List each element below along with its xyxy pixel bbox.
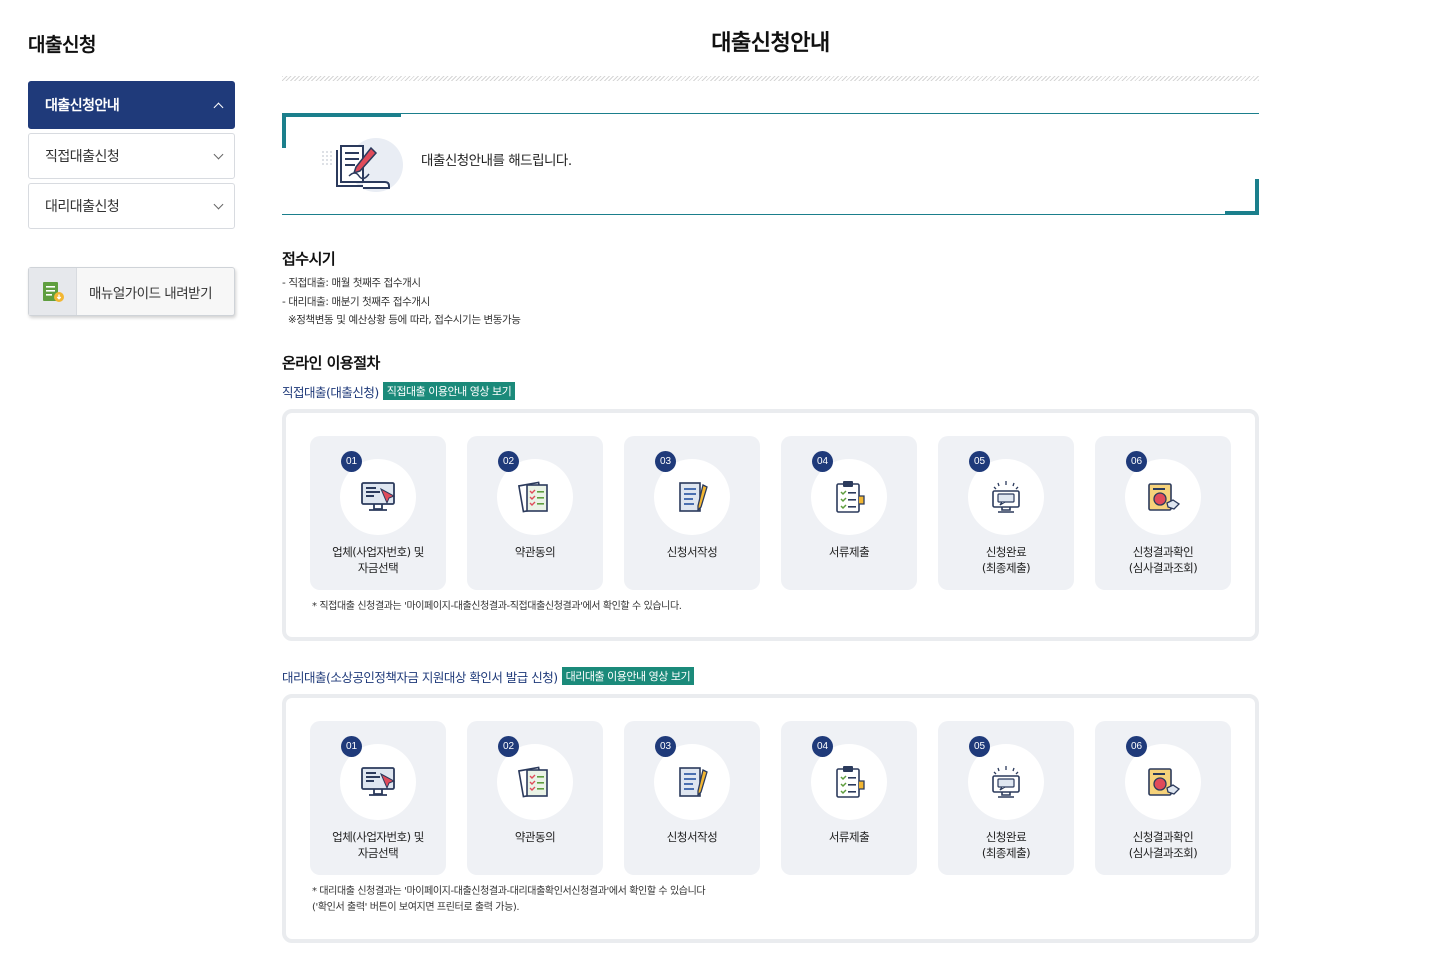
sidebar-item-label: 직접대출신청 xyxy=(45,149,120,165)
process-steps: 01 업체(사업자번호) 및 자금선택 02 약관동의 03 신청서작성 04 서류제출 05 신… xyxy=(310,720,1231,875)
step-label: 신청결과확인 (심사결과조회) xyxy=(1128,544,1198,575)
agency-loan-heading: 대리대출(소상공인정책자금 지원대상 확인서 발급 신청) 대리대출 이용안내 … xyxy=(282,667,1259,686)
chevron-down-icon xyxy=(213,149,224,159)
manual-download-label: 매뉴얼가이드 내려받기 xyxy=(89,285,213,302)
step-number: 03 xyxy=(655,735,676,757)
sidebar-item-label: 대출신청안내 xyxy=(45,98,120,114)
step-number: 01 xyxy=(341,450,362,472)
direct-loan-note: * 직접대출 신청결과는 '마이페이지-대출신청결과-직접대출신청결과'에서 확… xyxy=(312,600,682,612)
step-number: 03 xyxy=(655,450,676,472)
step-label: 약관동의 xyxy=(514,544,556,559)
agency-loan-process-box: 01 업체(사업자번호) 및 자금선택 02 약관동의 03 신청서작성 04 서류제출 05 신… xyxy=(282,693,1259,943)
intro-text: 대출신청안내를 해드립니다. xyxy=(421,153,572,169)
step-number: 04 xyxy=(812,735,833,757)
process-step: 03 신청서작성 xyxy=(624,720,760,875)
step-label: 신청서작성 xyxy=(666,829,718,844)
manual-download-icon xyxy=(29,268,77,315)
step-number: 02 xyxy=(498,735,519,757)
banner-corner-decoration xyxy=(1225,179,1259,215)
main-content: 대출신청안내 대출신청안내를 해드립니다. 접수시기 - 직접대출: 매월 첫째… xyxy=(282,0,1259,943)
sidebar: 대출신청 대출신청안내 직접대출신청 대리대출신청 매뉴얼가이드 내려받기 xyxy=(28,30,235,316)
process-step: 06 신청결과확인 (심사결과조회) xyxy=(1095,435,1231,590)
step-number: 06 xyxy=(1126,450,1147,472)
process-step: 04 서류제출 xyxy=(781,435,917,590)
agency-loan-video-button[interactable]: 대리대출 이용안내 영상 보기 xyxy=(561,667,695,685)
step-number: 04 xyxy=(812,450,833,472)
reception-section: 접수시기 - 직접대출: 매월 첫째주 접수개시 - 대리대출: 매분기 첫째주… xyxy=(282,248,1259,330)
process-step: 05 신청완료 (최종제출) xyxy=(938,435,1074,590)
step-label: 약관동의 xyxy=(514,829,556,844)
sidebar-item-label: 대리대출신청 xyxy=(45,199,120,215)
title-divider xyxy=(282,76,1259,81)
reception-line: - 대리대출: 매분기 첫째주 접수개시 xyxy=(282,295,430,308)
intro-banner: 대출신청안내를 해드립니다. xyxy=(282,113,1259,215)
sidebar-item-direct-loan[interactable]: 직접대출신청 xyxy=(28,133,235,179)
page-title: 대출신청안내 xyxy=(711,31,830,56)
process-step: 02 약관동의 xyxy=(467,720,603,875)
step-label: 신청완료 (최종제출) xyxy=(981,544,1031,575)
chevron-down-icon xyxy=(213,199,224,209)
step-label: 서류제출 xyxy=(828,829,870,844)
step-label: 서류제출 xyxy=(828,544,870,559)
chevron-up-icon xyxy=(213,102,224,112)
process-steps: 01 업체(사업자번호) 및 자금선택 02 약관동의 03 신청서작성 04 서류제출 05 신… xyxy=(310,435,1231,590)
step-label: 신청서작성 xyxy=(666,544,718,559)
manual-download-button[interactable]: 매뉴얼가이드 내려받기 xyxy=(28,267,235,316)
sidebar-item-loan-guide[interactable]: 대출신청안내 xyxy=(28,81,235,129)
reception-lines: - 직접대출: 매월 첫째주 접수개시 - 대리대출: 매분기 첫째주 접수개시… xyxy=(282,274,1259,330)
direct-loan-title: 직접대출(대출신청) xyxy=(282,384,379,400)
step-number: 05 xyxy=(969,450,990,472)
process-step: 01 업체(사업자번호) 및 자금선택 xyxy=(310,720,446,875)
agency-loan-title: 대리대출(소상공인정책자금 지원대상 확인서 발급 신청) xyxy=(282,669,558,685)
step-label: 업체(사업자번호) 및 자금선택 xyxy=(332,544,424,575)
direct-loan-video-button[interactable]: 직접대출 이용안내 영상 보기 xyxy=(382,382,516,400)
step-number: 05 xyxy=(969,735,990,757)
sidebar-menu: 대출신청안내 직접대출신청 대리대출신청 xyxy=(28,81,235,229)
direct-loan-heading: 직접대출(대출신청) 직접대출 이용안내 영상 보기 xyxy=(282,382,1259,401)
process-step: 05 신청완료 (최종제출) xyxy=(938,720,1074,875)
reception-line: - 직접대출: 매월 첫째주 접수개시 xyxy=(282,277,421,289)
reception-line: ※정책변동 및 예산상황 등에 따라, 접수시기는 변동가능 xyxy=(282,314,521,326)
document-edit-icon xyxy=(315,136,405,194)
step-label: 신청완료 (최종제출) xyxy=(981,829,1031,860)
process-step: 06 신청결과확인 (심사결과조회) xyxy=(1095,720,1231,875)
step-number: 06 xyxy=(1126,735,1147,757)
process-step: 02 약관동의 xyxy=(467,435,603,590)
process-step: 04 서류제출 xyxy=(781,720,917,875)
online-procedure-section: 온라인 이용절차 직접대출(대출신청) 직접대출 이용안내 영상 보기 01 업체… xyxy=(282,352,1259,943)
process-step: 03 신청서작성 xyxy=(624,435,760,590)
process-step: 01 업체(사업자번호) 및 자금선택 xyxy=(310,435,446,590)
reception-heading: 접수시기 xyxy=(282,250,336,268)
online-procedure-heading: 온라인 이용절차 xyxy=(282,353,380,372)
step-number: 01 xyxy=(341,735,362,757)
agency-loan-note: * 대리대출 신청결과는 '마이페이지-대출신청결과-대리대출확인서신청결과'에… xyxy=(312,885,706,913)
direct-loan-process-box: 01 업체(사업자번호) 및 자금선택 02 약관동의 03 신청서작성 04 서류제출 05 신… xyxy=(282,408,1259,641)
sidebar-title: 대출신청 xyxy=(28,34,96,56)
step-number: 02 xyxy=(498,450,519,472)
step-label: 업체(사업자번호) 및 자금선택 xyxy=(332,829,424,860)
sidebar-item-agency-loan[interactable]: 대리대출신청 xyxy=(28,183,235,229)
step-label: 신청결과확인 (심사결과조회) xyxy=(1128,829,1198,860)
